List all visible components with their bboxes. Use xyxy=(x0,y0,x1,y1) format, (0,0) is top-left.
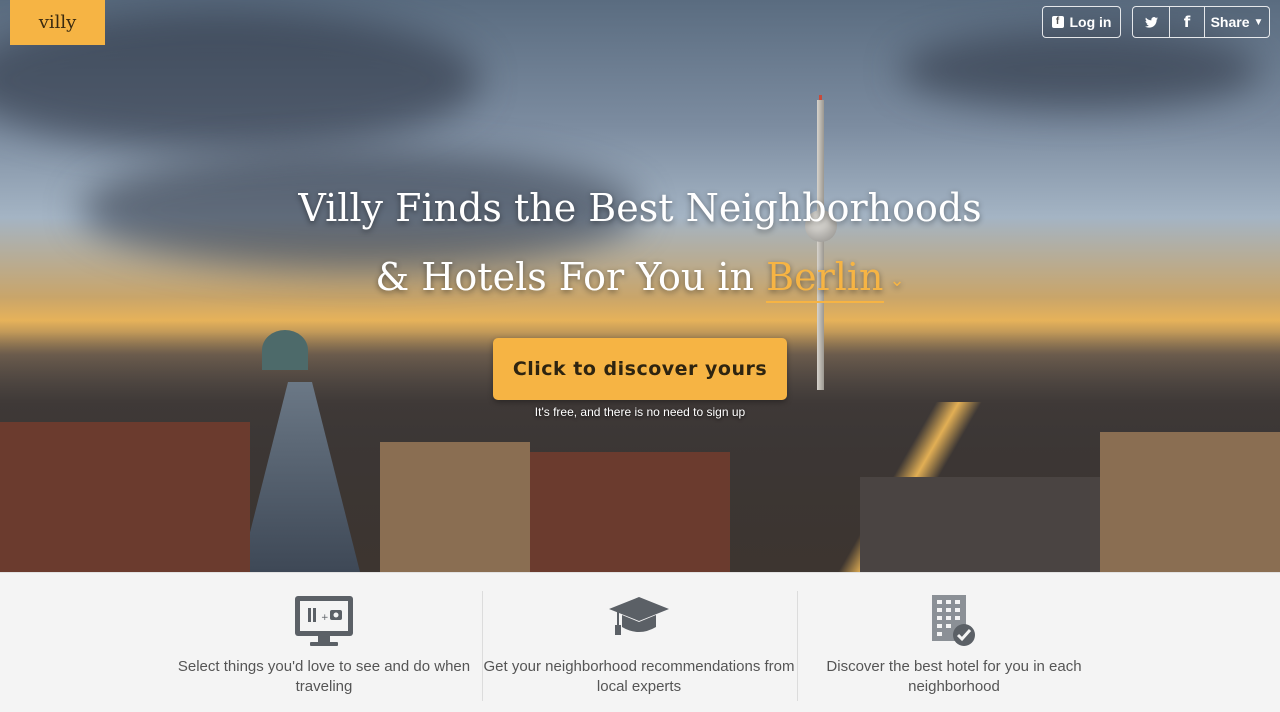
headline-prefix: & Hotels For You in xyxy=(375,255,755,299)
login-label: Log in xyxy=(1069,14,1112,30)
cta-note: It's free, and there is no need to sign … xyxy=(534,405,746,419)
login-button[interactable]: f Log in xyxy=(1042,6,1121,38)
facebook-icon: f xyxy=(1051,16,1064,28)
hotel-check-icon xyxy=(930,595,978,653)
cathedral-dome xyxy=(262,330,308,370)
building xyxy=(1100,432,1280,572)
headline-line-2: & Hotels For You in Berlin ⌄ xyxy=(0,255,1280,303)
city-selector[interactable]: Berlin xyxy=(766,255,884,303)
feature-select-activities: + Select things you'd love to see and do… xyxy=(168,573,480,712)
monitor-food-camera-icon: + xyxy=(294,595,354,653)
logo[interactable]: villy xyxy=(10,0,105,45)
features-section: + Select things you'd love to see and do… xyxy=(0,572,1280,712)
share-label: Share xyxy=(1210,14,1250,30)
share-dropdown[interactable]: Share ▼ xyxy=(1205,7,1269,37)
headline-line-1: Villy Finds the Best Neighborhoods xyxy=(298,186,982,230)
hero-section: villy f Log in f Share ▼ Villy Finds the… xyxy=(0,0,1280,572)
discover-button[interactable]: Click to discover yours xyxy=(493,338,787,400)
feature-local-experts: Get your neighborhood recommendations fr… xyxy=(483,573,795,712)
graduation-cap-icon xyxy=(608,595,670,645)
svg-text:+: + xyxy=(321,613,329,623)
twitter-button[interactable] xyxy=(1133,7,1170,37)
feature-text: Discover the best hotel for you in each … xyxy=(826,658,1082,695)
chevron-down-icon: ▼ xyxy=(1253,16,1264,28)
building xyxy=(530,452,730,572)
twitter-icon xyxy=(1144,16,1158,28)
cloud xyxy=(900,30,1260,110)
social-share-group: f Share ▼ xyxy=(1132,6,1270,38)
chevron-down-icon[interactable]: ⌄ xyxy=(890,270,905,291)
tv-tower xyxy=(817,100,824,390)
feature-best-hotel: Discover the best hotel for you in each … xyxy=(798,573,1110,712)
building xyxy=(0,422,250,572)
feature-text: Select things you'd love to see and do w… xyxy=(177,658,471,695)
feature-text: Get your neighborhood recommendations fr… xyxy=(483,658,795,695)
building xyxy=(380,442,530,572)
facebook-icon: f xyxy=(1183,13,1191,31)
facebook-button[interactable]: f xyxy=(1170,7,1205,37)
